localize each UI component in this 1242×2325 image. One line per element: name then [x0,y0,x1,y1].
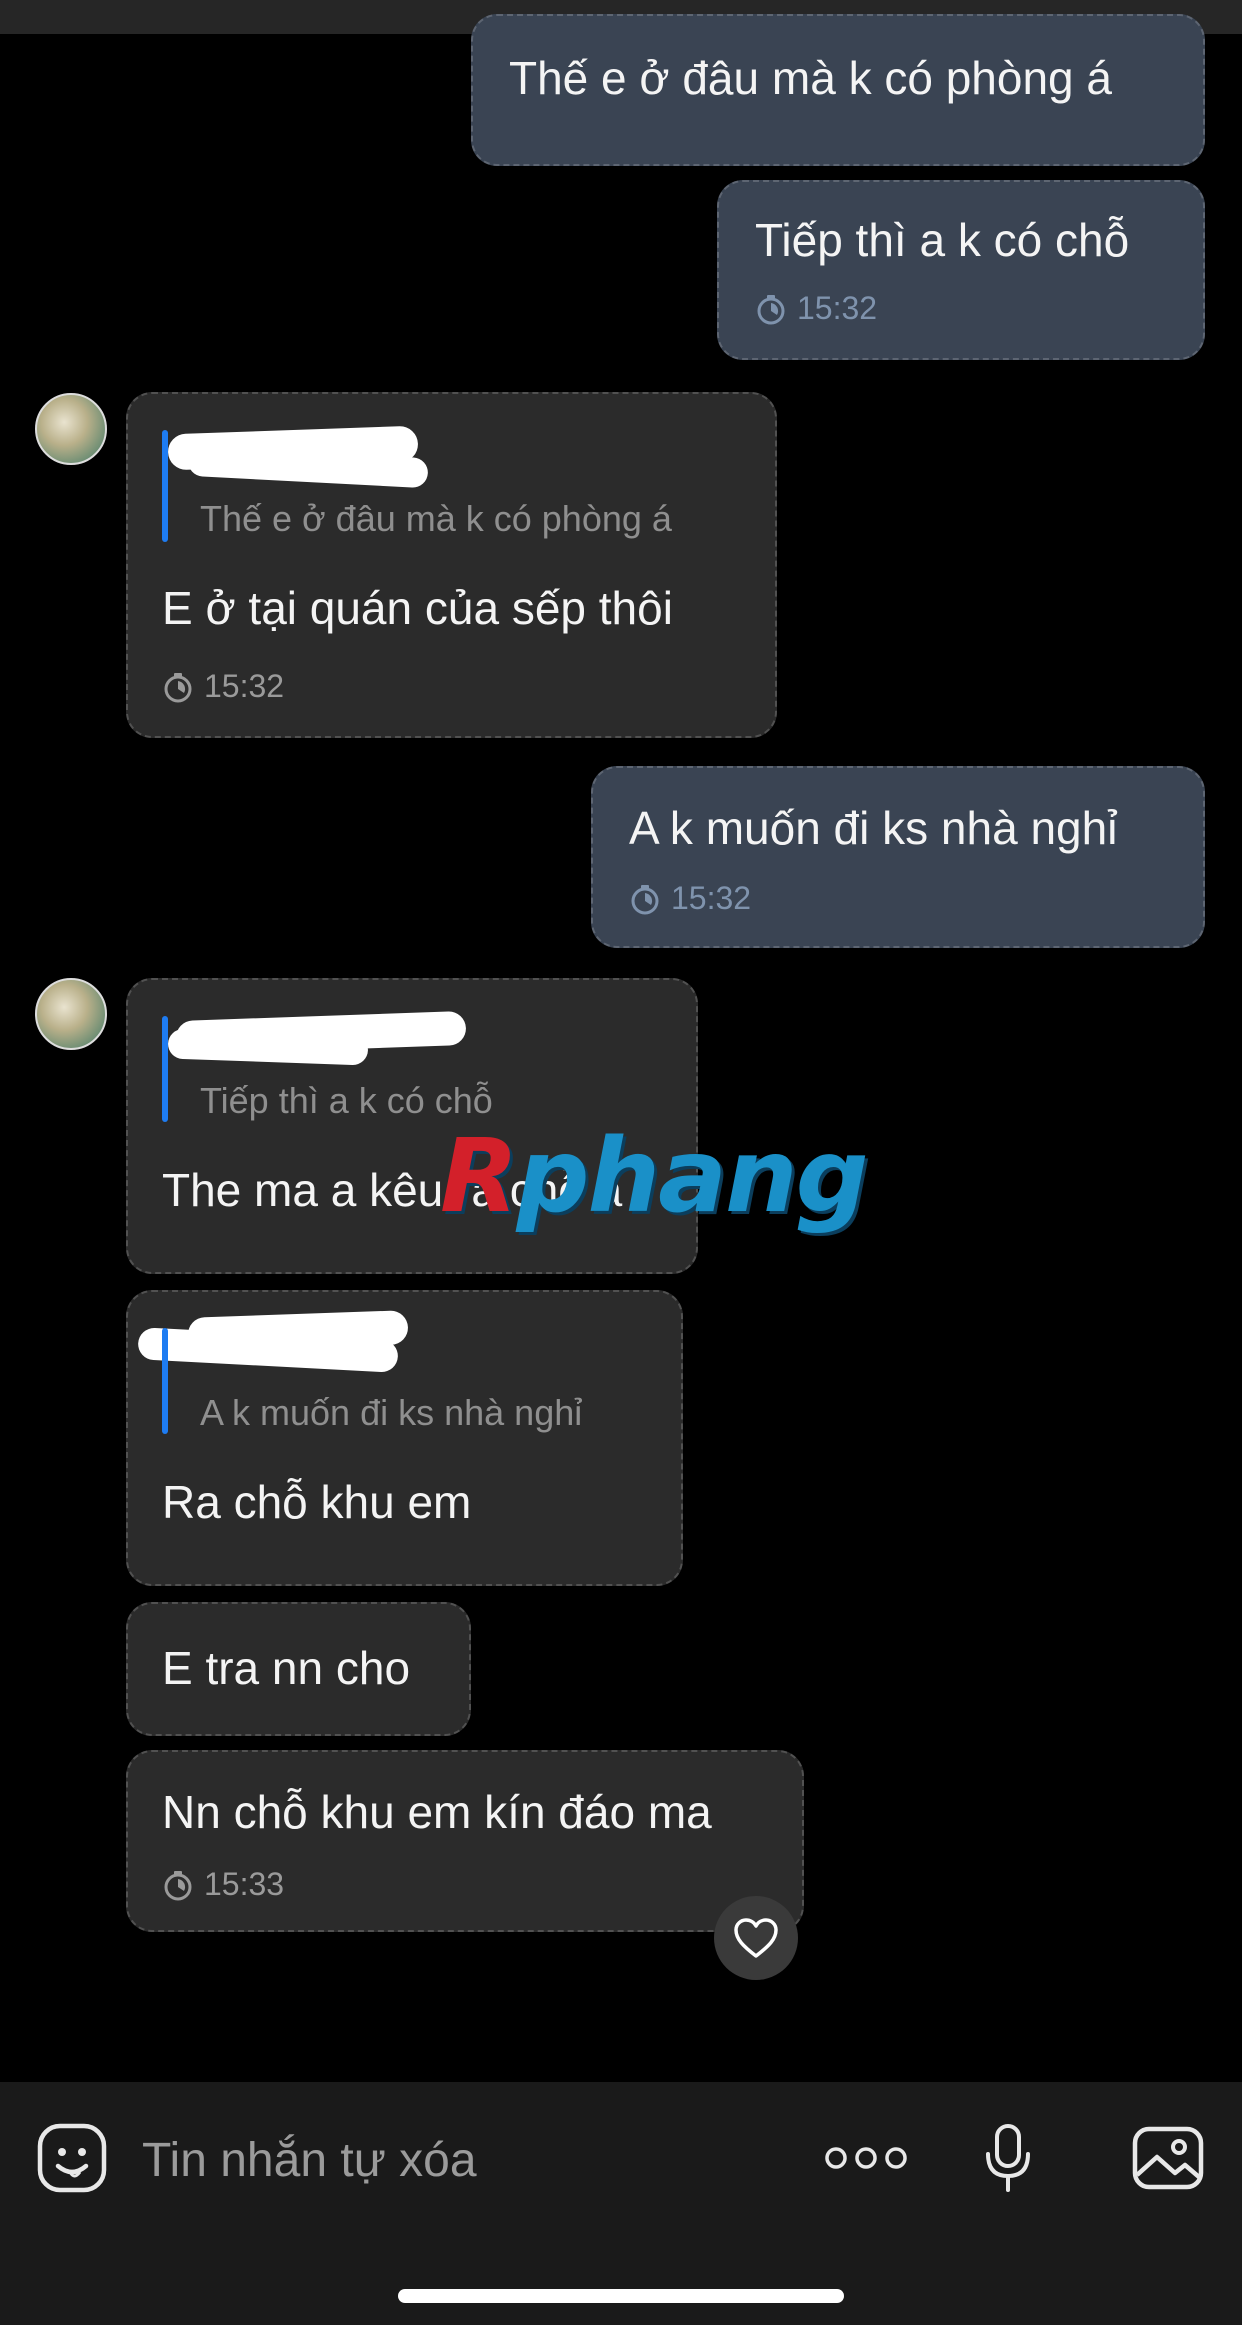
message-text: A k muốn đi ks nhà nghỉ [629,802,1118,854]
voice-record-button[interactable] [976,2118,1040,2198]
message-text: E tra nn cho [162,1642,411,1694]
reply-quote-text: A k muốn đi ks nhà nghỉ [200,1392,583,1433]
more-icon [825,2147,907,2169]
redacted-name [167,1028,369,1066]
message-outgoing[interactable]: A k muốn đi ks nhà nghỉ 15:32 [591,766,1205,948]
message-text: E ở tại quán của sếp thôi [162,582,673,634]
contact-avatar[interactable] [35,393,107,465]
reply-quote-text: Tiếp thì a k có chỗ [200,1080,493,1121]
sticker-button[interactable] [34,2120,110,2196]
watermark-logo: Rphang [440,1117,869,1236]
microphone-icon [986,2124,1030,2192]
message-incoming[interactable]: Thế e ở đâu mà k có phòng á E ở tại quán… [126,392,777,738]
home-indicator [398,2289,844,2303]
time-label: 15:33 [204,1866,285,1902]
message-incoming[interactable]: Nn chỗ khu em kín đáo ma 15:33 [126,1750,804,1932]
message-outgoing[interactable]: Tiếp thì a k có chỗ 15:32 [717,180,1205,360]
contact-avatar[interactable] [35,978,107,1050]
reply-quote-text: Thế e ở đâu mà k có phòng á [200,498,672,539]
timer-icon [164,672,192,702]
time-label: 15:32 [797,290,878,326]
message-text: Thế e ở đâu mà k có phòng á [509,52,1112,104]
message-timestamp: 15:33 [162,1866,284,1903]
message-incoming[interactable]: A k muốn đi ks nhà nghỉ Ra chỗ khu em [126,1290,683,1586]
message-text: Ra chỗ khu em [162,1476,472,1528]
timer-icon [757,294,785,324]
message-text: Tiếp thì a k có chỗ [755,214,1130,266]
timer-icon [164,1870,192,1900]
reply-quote-bar [162,1328,168,1434]
more-button[interactable] [818,2130,914,2186]
sticker-icon [37,2123,107,2193]
message-text: Nn chỗ khu em kín đáo ma [162,1786,712,1838]
reply-quote-bar [162,1016,168,1122]
time-label: 15:32 [671,880,752,916]
heart-reaction-button[interactable] [714,1896,798,1980]
heart-icon [734,1918,778,1958]
time-label: 15:32 [204,668,285,704]
message-input[interactable] [140,2124,764,2196]
gallery-icon [1132,2126,1204,2190]
timer-icon [631,884,659,914]
message-timestamp: 15:32 [755,290,877,327]
message-composer [0,2082,1242,2325]
message-timestamp: 15:32 [629,880,751,917]
reply-quote-bar [162,430,168,542]
gallery-button[interactable] [1128,2120,1208,2196]
message-outgoing[interactable]: Thế e ở đâu mà k có phòng á [471,14,1205,166]
message-incoming[interactable]: E tra nn cho [126,1602,471,1736]
chat-thread[interactable]: Thế e ở đâu mà k có phòng á Tiếp thì a k… [0,14,1242,2082]
message-timestamp: 15:32 [162,668,284,705]
